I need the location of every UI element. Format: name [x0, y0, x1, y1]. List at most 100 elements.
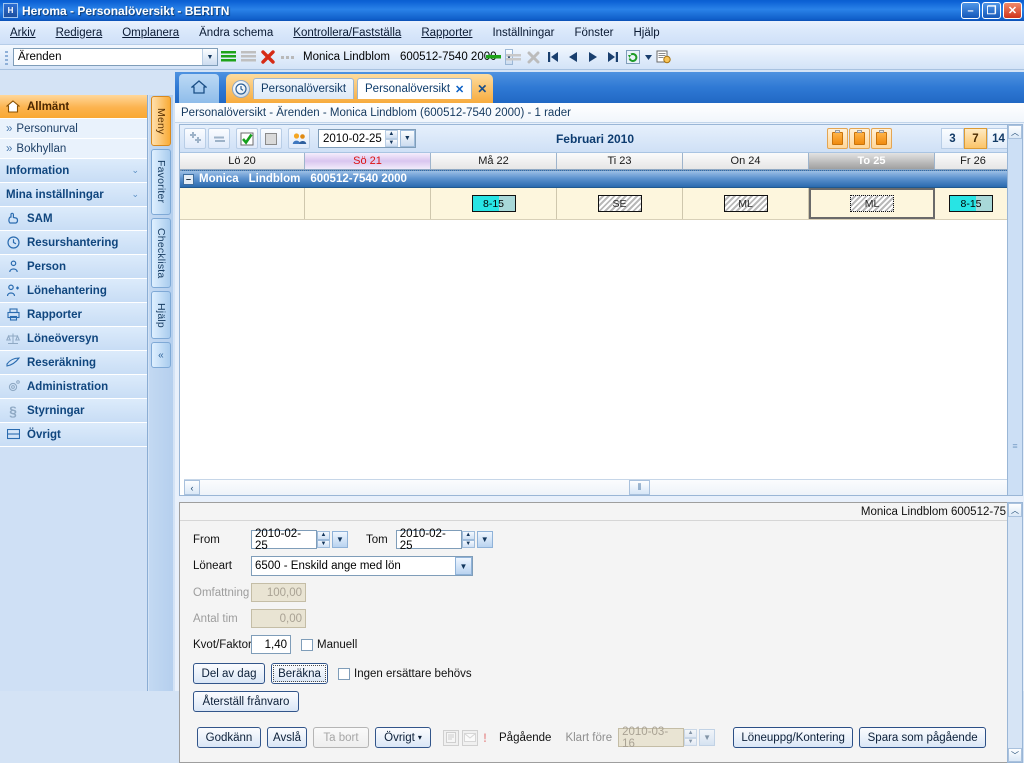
- tom-input[interactable]: 2010-02-25: [395, 528, 462, 552]
- menu-item-installningar[interactable]: Inställningar: [482, 24, 564, 42]
- calendar-dropdown-icon[interactable]: ▼: [399, 130, 415, 147]
- berakna-button[interactable]: Beräkna: [271, 663, 328, 684]
- shift-cell-lo20[interactable]: [180, 188, 305, 219]
- tab-personaloversikt-2[interactable]: Personalöversikt ✕: [357, 78, 473, 99]
- gray-dash-icon[interactable]: [503, 47, 523, 67]
- from-field[interactable]: 2010-02-25 ▲ ▼ ▼: [251, 528, 348, 552]
- shift-chip-fr26[interactable]: 8-15: [949, 195, 993, 212]
- clipboard-icon-1[interactable]: [827, 128, 848, 149]
- day-header-on24[interactable]: On 24: [683, 153, 809, 169]
- chevron-double-down-icon[interactable]: ⌄: [131, 165, 139, 176]
- vertical-scroll-grip[interactable]: ≡: [1012, 441, 1017, 451]
- schedule-date-input[interactable]: 2010-02-25 ▲ ▼ ▼: [318, 129, 416, 148]
- day-header-ti23[interactable]: Ti 23: [557, 153, 683, 169]
- menu-item-rapporter[interactable]: Rapporter: [411, 24, 482, 42]
- employee-group-row[interactable]: – Monica Lindblom 600512-7540 2000: [180, 170, 1010, 188]
- toolbar-grip[interactable]: [3, 48, 11, 66]
- vtab-hjalp[interactable]: Hjälp: [151, 291, 171, 339]
- sidebar-item-ovrigt[interactable]: Övrigt: [0, 423, 147, 447]
- aterstall-franvaro-button[interactable]: Återställ frånvaro: [193, 691, 299, 712]
- gray-lines-icon[interactable]: [238, 47, 258, 67]
- context-combobox[interactable]: Ärenden ▼: [13, 48, 218, 66]
- sidebar-item-person[interactable]: Person: [0, 255, 147, 279]
- vertical-scroll-track[interactable]: [1008, 139, 1022, 441]
- vtab-checklista[interactable]: Checklista: [151, 218, 171, 288]
- sidebar-item-styrningar[interactable]: § Styrningar: [0, 399, 147, 423]
- sidebar-item-administration[interactable]: Administration: [0, 375, 147, 399]
- sidebar-collapse-button[interactable]: «: [151, 342, 171, 368]
- menu-item-redigera[interactable]: Redigera: [46, 24, 113, 42]
- people-icon[interactable]: [288, 128, 310, 149]
- menu-item-hjalp[interactable]: Hjälp: [623, 24, 669, 42]
- sidebar-item-sam[interactable]: SAM: [0, 207, 147, 231]
- day-header-to25[interactable]: To 25: [809, 153, 935, 169]
- del-av-dag-button[interactable]: Del av dag: [193, 663, 265, 684]
- menu-item-omplanera[interactable]: Omplanera: [112, 24, 189, 42]
- close-button[interactable]: ✕: [1003, 2, 1022, 19]
- from-calendar-icon[interactable]: ▼: [332, 531, 348, 548]
- vtab-favoriter[interactable]: Favoriter: [151, 149, 171, 215]
- sidebar-item-reserakning[interactable]: Reseräkning: [0, 351, 147, 375]
- manuell-checkbox[interactable]: [301, 638, 313, 651]
- sidebar-item-lonehantering[interactable]: Lönehantering: [0, 279, 147, 303]
- sidebar-item-personurval[interactable]: » Personurval: [0, 119, 147, 139]
- chevron-double-down-icon[interactable]: ⌄: [131, 189, 139, 200]
- gray-x-icon[interactable]: [523, 47, 543, 67]
- checkbox-empty-icon[interactable]: [260, 128, 282, 149]
- sidebar-item-information[interactable]: Information ⌄: [0, 159, 147, 183]
- clipboard-icon-3[interactable]: [871, 128, 892, 149]
- scroll-up-icon[interactable]: ︿: [1008, 125, 1022, 139]
- chevron-down-icon[interactable]: ▼: [202, 49, 217, 65]
- shift-chip-on24[interactable]: ML: [723, 195, 768, 212]
- spinner-down[interactable]: ▼: [384, 138, 398, 147]
- collapse-icon[interactable]: –: [183, 173, 194, 185]
- day-header-lo20[interactable]: Lö 20: [180, 153, 305, 169]
- menu-item-arkiv[interactable]: Arkiv: [0, 24, 46, 42]
- shift-cell-on24[interactable]: ML: [683, 188, 809, 219]
- spinner-down[interactable]: ▼: [317, 539, 330, 548]
- tom-field[interactable]: 2010-02-25 ▲ ▼ ▼: [395, 528, 493, 552]
- sidebar-item-resurshantering[interactable]: Resurshantering: [0, 231, 147, 255]
- shift-cell-so21[interactable]: [305, 188, 431, 219]
- last-record-icon[interactable]: [603, 47, 623, 67]
- week-span-3[interactable]: 3: [941, 128, 964, 149]
- schedule-horizontal-scrollbar[interactable]: ‹ ⦀: [184, 479, 1016, 495]
- day-header-so21[interactable]: Sö 21: [305, 153, 431, 169]
- detail-vertical-scrollbar[interactable]: ︿ ﹀: [1007, 502, 1023, 763]
- equals-icon[interactable]: [208, 128, 230, 149]
- tab-personaloversikt-1[interactable]: Personalöversikt: [253, 78, 355, 99]
- vtab-meny[interactable]: Meny: [151, 96, 171, 146]
- sidebar-item-loneoversyn[interactable]: Löneöversyn: [0, 327, 147, 351]
- close-all-tabs-icon[interactable]: ✕: [477, 82, 487, 96]
- close-icon[interactable]: ✕: [455, 83, 464, 96]
- date-spinner[interactable]: ▲ ▼: [384, 130, 398, 147]
- sidebar-item-bokhyllan[interactable]: » Bokhyllan: [0, 139, 147, 159]
- spinner-up[interactable]: ▲: [461, 531, 475, 540]
- minimize-button[interactable]: –: [961, 2, 980, 19]
- loneart-select[interactable]: 6500 - Enskild ange med lön ▼: [251, 556, 473, 576]
- schedule-vertical-scrollbar[interactable]: ︿ ≡: [1007, 124, 1023, 496]
- godkann-button[interactable]: Godkänn: [197, 727, 261, 748]
- tom-spinner[interactable]: ▲ ▼: [461, 531, 475, 548]
- red-x-icon[interactable]: [258, 47, 278, 67]
- spinner-up[interactable]: ▲: [317, 531, 330, 540]
- shift-cell-ti23[interactable]: SE: [557, 188, 683, 219]
- ellipsis-icon[interactable]: [278, 47, 298, 67]
- restore-button[interactable]: ❐: [982, 2, 1001, 19]
- refresh-icon[interactable]: [623, 47, 643, 67]
- previous-record-icon[interactable]: [563, 47, 583, 67]
- loneart-dropdown-icon[interactable]: ▼: [455, 557, 472, 575]
- menu-item-kontrollera[interactable]: Kontrollera/Fastställa: [283, 24, 411, 42]
- green-lines-icon[interactable]: [218, 47, 238, 67]
- home-tab-button[interactable]: [179, 74, 219, 103]
- day-header-ma22[interactable]: Må 22: [431, 153, 557, 169]
- sidebar-item-mina-installningar[interactable]: Mina inställningar ⌄: [0, 183, 147, 207]
- horizontal-scroll-thumb[interactable]: ⦀: [629, 480, 650, 495]
- from-input[interactable]: 2010-02-25: [251, 528, 317, 552]
- week-span-7[interactable]: 7: [964, 128, 987, 149]
- first-record-icon[interactable]: [543, 47, 563, 67]
- detail-scroll-up-icon[interactable]: ︿: [1008, 503, 1022, 517]
- spara-som-pagaende-button[interactable]: Spara som pågående: [859, 727, 987, 748]
- green-dash-icon[interactable]: [483, 47, 503, 67]
- ovrigt-button[interactable]: Övrigt ▾: [375, 727, 431, 748]
